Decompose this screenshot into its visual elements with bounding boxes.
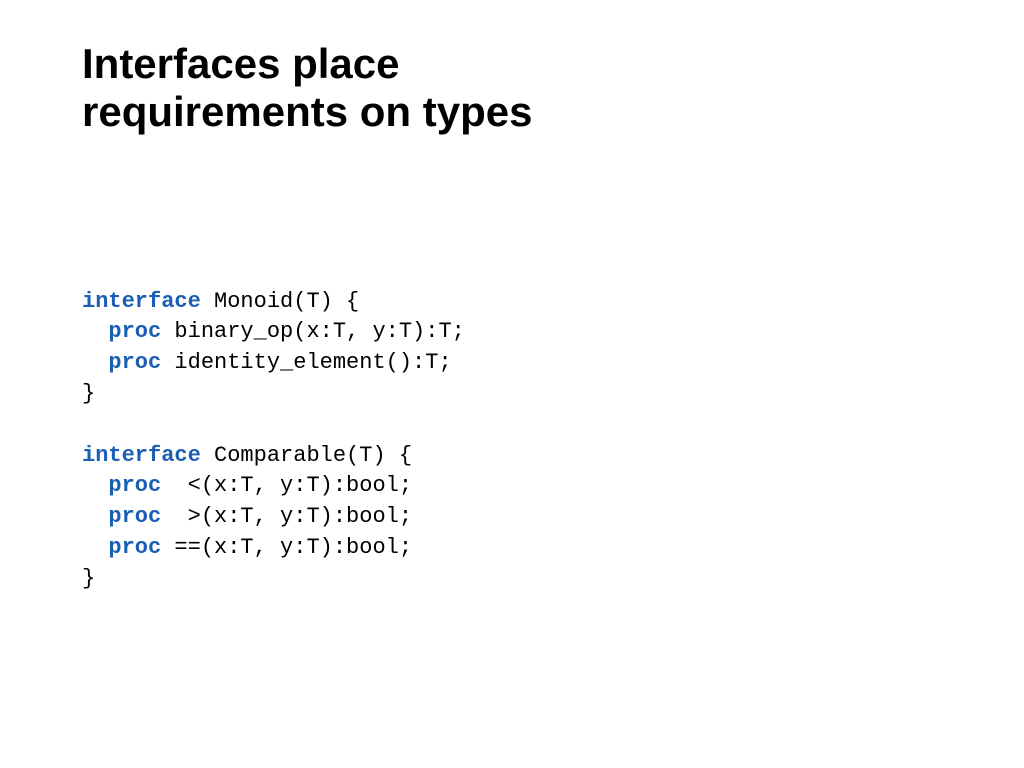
code-comparable-decl: Comparable(T) { (201, 443, 412, 468)
code-identity-element: identity_element():T; (161, 350, 451, 375)
keyword-interface: interface (82, 443, 201, 468)
code-close-brace: } (82, 381, 95, 406)
keyword-proc: proc (108, 535, 161, 560)
code-eq: ==(x:T, y:T):bool; (161, 535, 412, 560)
code-block: interface Monoid(T) { proc binary_op(x:T… (82, 287, 1024, 595)
keyword-proc: proc (108, 350, 161, 375)
code-monoid-decl: Monoid(T) { (201, 289, 359, 314)
code-lt: <(x:T, y:T):bool; (161, 473, 412, 498)
code-gt: >(x:T, y:T):bool; (161, 504, 412, 529)
slide-content: Interfaces placerequirements on types in… (0, 0, 1024, 595)
keyword-interface: interface (82, 289, 201, 314)
code-binary-op: binary_op(x:T, y:T):T; (161, 319, 465, 344)
code-close-brace: } (82, 566, 95, 591)
title-text: Interfaces placerequirements on types (82, 40, 532, 135)
keyword-proc: proc (108, 473, 161, 498)
keyword-proc: proc (108, 504, 161, 529)
slide-title: Interfaces placerequirements on types (82, 40, 1024, 137)
keyword-proc: proc (108, 319, 161, 344)
